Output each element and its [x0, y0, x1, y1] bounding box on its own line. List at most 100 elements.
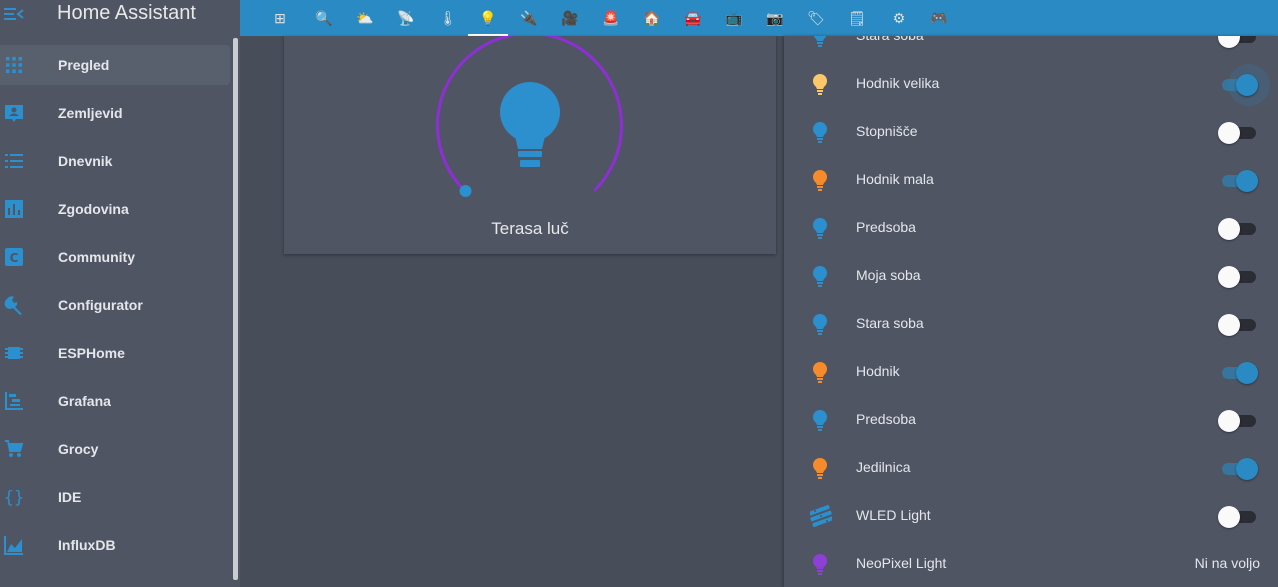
- floorplan-icon: ⊞: [274, 9, 286, 26]
- tab-tv[interactable]: 📺: [714, 0, 754, 36]
- sidebar-item-configurator[interactable]: Configurator: [0, 281, 232, 329]
- lightbulb-icon[interactable]: [810, 457, 830, 479]
- chart-area-icon: [4, 535, 24, 555]
- light-toggle[interactable]: [1218, 218, 1258, 240]
- menu-collapse-icon[interactable]: [4, 6, 24, 22]
- tab-gear[interactable]: ⚙: [879, 0, 919, 36]
- light-name[interactable]: Moja soba: [856, 267, 921, 283]
- view-tabs-toolbar: ⊞ 🔍 ⛅ 📡 🌡 💡 🔌 🎥 🚨 🏠 🚘 📺 📷 🏷 🗒 ⚙ 🎮: [240, 0, 1278, 36]
- lightbulb-icon[interactable]: [810, 121, 830, 143]
- toggle-knob: [1218, 122, 1240, 144]
- tab-car[interactable]: 🚘: [673, 0, 713, 36]
- home-icon: 🏠: [643, 9, 661, 26]
- lightbulb-icon[interactable]: [810, 313, 830, 335]
- svg-text:C: C: [10, 251, 19, 265]
- light-toggle[interactable]: [1218, 36, 1258, 48]
- tab-plug[interactable]: 🔌: [509, 0, 549, 36]
- thermometer-icon: 🌡: [439, 9, 457, 26]
- app-title: Home Assistant: [57, 2, 196, 24]
- light-toggle[interactable]: [1218, 362, 1258, 384]
- tab-siren[interactable]: 🚨: [591, 0, 631, 36]
- sidebar-nav: Pregled Zemljevid Dnevnik Zgodovina C Communi…: [0, 41, 232, 569]
- state-text: Ni na voljo: [1194, 555, 1260, 571]
- light-name[interactable]: Jedilnica: [856, 459, 910, 475]
- sidebar-item-zgodovina[interactable]: Zgodovina: [0, 185, 232, 233]
- lightbulb-icon[interactable]: [500, 82, 560, 167]
- lightbulb-icon[interactable]: [810, 361, 830, 383]
- camera-video-icon: 🎥: [561, 9, 579, 26]
- community-icon: C: [4, 247, 24, 267]
- tab-notepad[interactable]: 🗒: [837, 0, 877, 36]
- chart-gantt-icon: [4, 391, 24, 411]
- lightbulb-icon[interactable]: [810, 265, 830, 287]
- tab-home[interactable]: 🏠: [632, 0, 672, 36]
- sidebar-item-ide[interactable]: {} IDE: [0, 473, 232, 521]
- light-row: Hodnik: [784, 347, 1278, 395]
- tab-search[interactable]: 🔍: [304, 0, 344, 36]
- lightbulb-icon[interactable]: [810, 553, 830, 575]
- light-row: Hodnik velika: [784, 59, 1278, 107]
- sidebar-item-influxdb[interactable]: InfluxDB: [0, 521, 232, 569]
- lightbulb-icon[interactable]: [810, 409, 830, 431]
- lightbulb-icon: 💡: [479, 9, 497, 26]
- tab-gamepad[interactable]: 🎮: [919, 0, 959, 36]
- light-toggle[interactable]: [1218, 314, 1258, 336]
- light-name[interactable]: Hodnik mala: [856, 171, 934, 187]
- light-name[interactable]: Stara soba: [856, 315, 924, 331]
- lightbulb-icon[interactable]: [810, 73, 830, 95]
- tab-floorplan[interactable]: ⊞: [260, 0, 300, 36]
- lightbulb-icon[interactable]: [810, 169, 830, 191]
- sidebar-item-dnevnik[interactable]: Dnevnik: [0, 137, 232, 185]
- light-name[interactable]: Predsoba: [856, 219, 916, 235]
- light-toggle[interactable]: [1218, 410, 1258, 432]
- toggle-knob: [1236, 170, 1258, 192]
- sidebar-item-grafana[interactable]: Grafana: [0, 377, 232, 425]
- led-strip-icon[interactable]: [808, 505, 834, 527]
- tab-camera[interactable]: 📷: [755, 0, 795, 36]
- tab-satellite[interactable]: 📡: [386, 0, 426, 36]
- car-icon: 🚘: [684, 9, 702, 26]
- light-toggle[interactable]: [1218, 122, 1258, 144]
- sidebar-header: Home Assistant: [0, 0, 240, 36]
- lightbulb-icon[interactable]: [810, 217, 830, 239]
- tab-weather[interactable]: ⛅: [345, 0, 385, 36]
- sidebar-item-pregled[interactable]: Pregled: [0, 45, 230, 85]
- sidebar-item-community[interactable]: C Community: [0, 233, 232, 281]
- light-name[interactable]: Hodnik: [856, 363, 900, 379]
- brightness-dial[interactable]: [436, 36, 624, 211]
- light-name[interactable]: Hodnik velika: [856, 75, 939, 91]
- light-toggle[interactable]: [1218, 266, 1258, 288]
- light-name[interactable]: WLED Light: [856, 507, 931, 523]
- tab-lightbulb[interactable]: 💡: [468, 0, 508, 36]
- sidebar-scrollbar[interactable]: [233, 38, 238, 580]
- satellite-icon: 📡: [397, 9, 415, 26]
- chart-bar-icon: [4, 199, 24, 219]
- sidebar-item-zemljevid[interactable]: Zemljevid: [0, 89, 232, 137]
- light-name[interactable]: Stara soba: [856, 36, 924, 43]
- gamepad-icon: 🎮: [930, 9, 948, 26]
- light-name[interactable]: NeoPixel Light: [856, 555, 946, 571]
- sidebar-item-label: Community: [58, 249, 135, 265]
- light-row: WLED Light: [784, 491, 1278, 539]
- toggle-knob: [1218, 218, 1240, 240]
- sidebar-item-grocy[interactable]: Grocy: [0, 425, 232, 473]
- lightbulb-icon[interactable]: [810, 36, 830, 47]
- chip-icon: [4, 343, 24, 363]
- light-name[interactable]: Predsoba: [856, 411, 916, 427]
- toggle-knob: [1218, 266, 1240, 288]
- sidebar-item-label: ESPHome: [58, 345, 125, 361]
- light-toggle[interactable]: [1218, 506, 1258, 528]
- tab-thermometer[interactable]: 🌡: [428, 0, 468, 36]
- tab-camera-video[interactable]: 🎥: [550, 0, 590, 36]
- tab-tag[interactable]: 🏷: [796, 0, 836, 36]
- sidebar-item-esphome[interactable]: ESPHome: [0, 329, 232, 377]
- toggle-knob: [1236, 458, 1258, 480]
- dial-handle[interactable]: [459, 185, 472, 197]
- light-name[interactable]: Stopnišče: [856, 123, 917, 139]
- light-toggle[interactable]: [1218, 64, 1270, 106]
- light-toggle[interactable]: [1218, 458, 1258, 480]
- camera-icon: 📷: [766, 9, 784, 26]
- light-toggle[interactable]: [1218, 170, 1258, 192]
- siren-icon: 🚨: [602, 9, 620, 26]
- grid-icon: [4, 55, 24, 75]
